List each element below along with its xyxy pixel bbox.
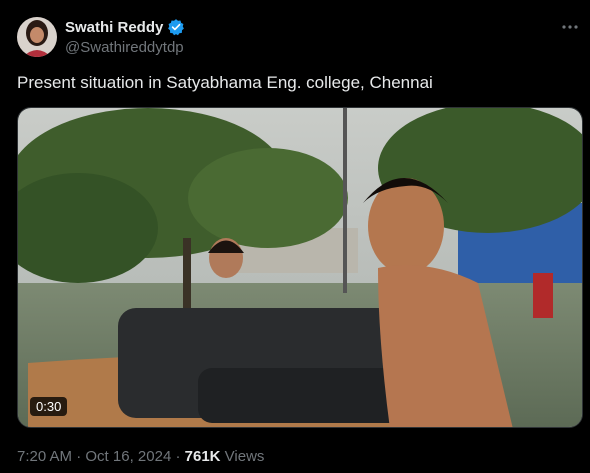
tweet-date[interactable]: Oct 16, 2024 — [85, 448, 171, 465]
views-count: 761K — [184, 448, 221, 465]
tweet-time[interactable]: 7:20 AM — [17, 448, 72, 465]
avatar[interactable] — [17, 17, 57, 57]
video-thumbnail — [18, 108, 582, 427]
tweet-text: Present situation in Satyabhama Eng. col… — [17, 73, 433, 92]
views-label: Views — [220, 448, 265, 465]
tweet-meta: 7:20 AM · Oct 16, 2024 · 761K Views — [17, 448, 264, 465]
more-dots-icon[interactable] — [559, 16, 581, 38]
meta-separator-2: · — [171, 448, 185, 465]
meta-separator: · — [72, 448, 86, 465]
avatar-image — [17, 17, 57, 57]
author-handle[interactable]: @Swathireddytdp — [65, 39, 184, 56]
verified-badge-icon — [167, 18, 185, 36]
video-player[interactable]: 0:30 — [17, 107, 583, 428]
video-duration: 0:30 — [30, 397, 68, 416]
author-display-name[interactable]: Swathi Reddy — [65, 19, 163, 36]
